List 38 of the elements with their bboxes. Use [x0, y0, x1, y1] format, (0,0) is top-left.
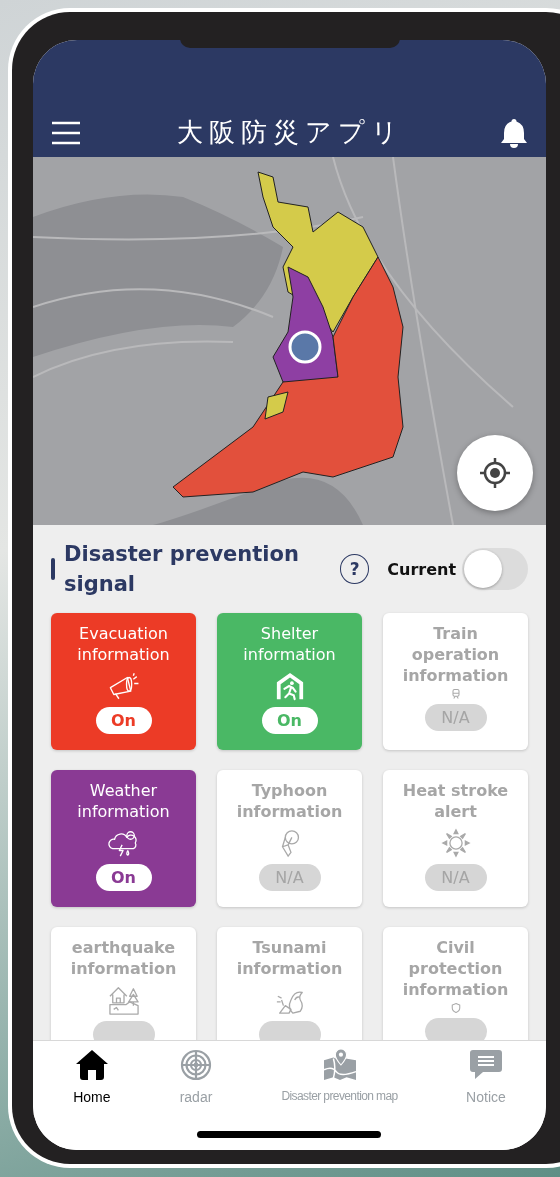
app-title: 大阪防災アプリ	[177, 116, 404, 149]
shield-icon	[449, 1002, 462, 1014]
heading-bar	[51, 558, 55, 580]
signal-label: earthquake information	[69, 937, 178, 979]
signal-label: Typhoon information	[235, 780, 344, 822]
radar-icon	[179, 1049, 213, 1081]
message-icon	[468, 1049, 503, 1081]
status-badge: On	[95, 707, 152, 734]
signal-card[interactable]: Tsunami information	[217, 927, 362, 1040]
signal-card[interactable]: Shelter information On	[217, 613, 362, 750]
current-label: Current	[387, 559, 457, 579]
signal-label: Weather information	[76, 780, 171, 822]
crosshair-icon	[479, 457, 511, 489]
bell-icon[interactable]	[500, 117, 528, 148]
signal-label: Civil protection information	[401, 937, 510, 1000]
tab-bar-item[interactable]: Home	[73, 1049, 111, 1109]
signal-card[interactable]: Civil protection information	[383, 927, 528, 1040]
section-title: Disaster prevention signal	[64, 541, 300, 598]
menu-icon[interactable]	[51, 120, 81, 145]
collapsed-house-icon	[106, 985, 141, 1015]
signal-label: Shelter information	[242, 623, 337, 665]
home-icon	[74, 1049, 109, 1081]
tab-bar-item[interactable]: Notice	[466, 1049, 506, 1109]
signal-label: Tsunami information	[235, 937, 344, 979]
status-badge: On	[95, 864, 152, 891]
map-drawing[interactable]	[33, 157, 546, 525]
signal-card[interactable]: earthquake information	[51, 927, 196, 1040]
tab-bar-item[interactable]: Disaster prevention map	[281, 1049, 398, 1109]
signal-card[interactable]: Evacuation information On	[51, 613, 196, 750]
signal-card[interactable]: Weather information On	[51, 770, 196, 907]
signal-label: Evacuation information	[76, 623, 171, 665]
train-icon	[449, 688, 462, 700]
signal-label: Heat stroke alert	[401, 780, 510, 822]
signal-label: Train operation information	[401, 623, 510, 686]
map-pin-icon	[322, 1049, 357, 1081]
tab-bar-item[interactable]: radar	[179, 1049, 213, 1109]
current-toggle[interactable]	[462, 548, 528, 590]
status-badge: On	[261, 707, 318, 734]
